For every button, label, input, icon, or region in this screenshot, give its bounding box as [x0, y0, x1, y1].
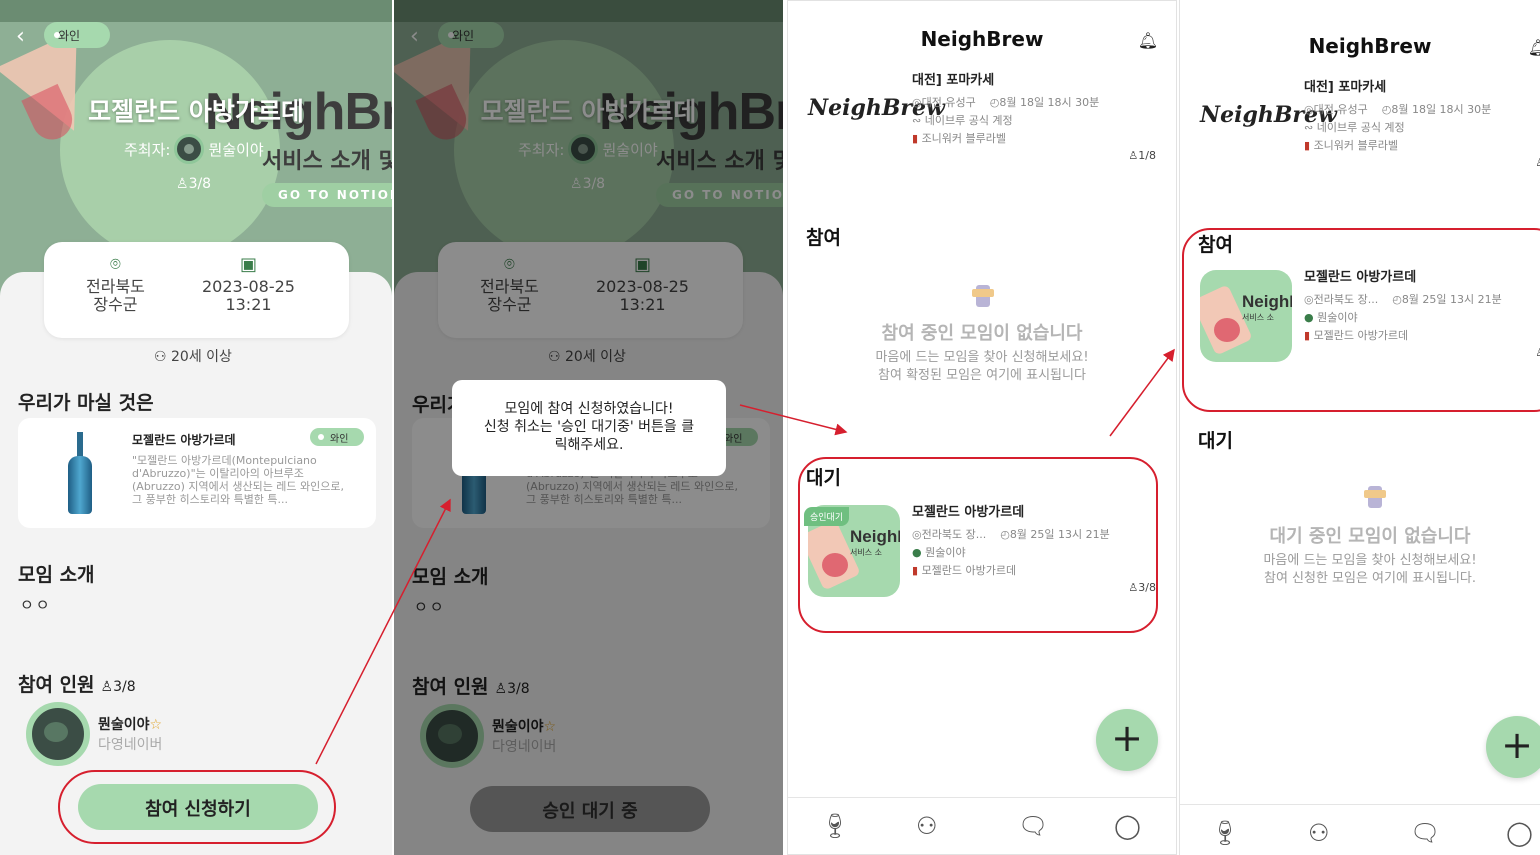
wine-category-chip: 와인	[310, 428, 364, 446]
meeting-detail-screen: NeighBr 서비스 소개 및 GO TO NOTION 모젤란드 아방가르데…	[0, 0, 392, 855]
card-title: 대전] 포마카세	[912, 73, 995, 88]
card-info: 대전] 포마카세 ◎대전 유성구 ◴8월 18일 18시 30분 ∾ 네이브루 공…	[912, 69, 1162, 148]
chat-icon[interactable]: 🗨︎	[1018, 812, 1048, 840]
group-icon[interactable]: ⚇	[916, 812, 938, 840]
empty-placeholder-icon	[1364, 486, 1386, 508]
bell-icon[interactable]: 🔔︎	[1528, 38, 1540, 57]
profile-icon[interactable]: ◯	[1114, 812, 1141, 840]
bottom-tab-bar: 🍷︎ ⚇ 🗨︎ ◯	[788, 797, 1176, 854]
my-meetings-joined-screen: NeighBrew 🔔︎ NeighBrew 대전] 포마카세 ◎대전 유성구◴…	[1179, 0, 1540, 855]
member-item[interactable]: 뭔술이야☆ 다영네이버	[26, 702, 162, 766]
host-avatar	[174, 134, 205, 164]
host-icon: ∾	[1304, 121, 1317, 134]
card-info: 대전] 포마카세 ◎대전 유성구 ◴8월 18일 18시 30분 ∾ 네이브루 공…	[1304, 76, 1540, 155]
bottle-icon: ▮	[1304, 139, 1314, 152]
wine-glasses-icon[interactable]: 🍷︎	[1210, 819, 1240, 847]
clock-icon: ◴	[989, 96, 1000, 109]
region-line1: 전라북도	[86, 277, 145, 296]
card-count: ♙1/8	[1128, 149, 1156, 162]
person-icon: ♙	[176, 176, 189, 192]
dialog-line3: 릭해주세요.	[554, 437, 624, 453]
profile-icon[interactable]: ◯	[1506, 819, 1533, 847]
dialog-line2: 신청 취소는 '승인 대기중' 버튼을 클	[483, 419, 695, 435]
host-name: 뭔술이야	[208, 140, 264, 159]
region-line2: 장수군	[93, 295, 138, 314]
wine-card[interactable]: 모젤란드 아방가르데 와인 "모젤란드 아방가르데(Montepulciano …	[18, 418, 376, 528]
wine-glasses-icon[interactable]: 🍷︎	[820, 812, 850, 840]
bottom-tab-bar: 🍷︎ ⚇ 🗨︎ ◯	[1180, 804, 1540, 855]
member-name: 뭔술이야☆	[98, 717, 163, 733]
chevron-left-icon[interactable]: ‹	[16, 24, 25, 49]
datetime-info: ▣ 2023-08-25 13:21	[202, 256, 295, 314]
star-icon: ☆	[149, 717, 163, 733]
hero-notion-badge: GO TO NOTION	[262, 183, 392, 207]
bottle-icon: ▮	[912, 132, 922, 145]
card-place-time: ◎대전 유성구 ◴8월 18일 18시 30분	[1304, 103, 1492, 116]
top-band	[0, 0, 392, 22]
location-pin-icon: ⌾	[110, 254, 121, 275]
hero-service-text: 서비스 소개 및	[262, 149, 392, 174]
info-card: ⌾ 전라북도 장수군 ▣ 2023-08-25 13:21	[44, 242, 349, 338]
intro-text: ㅇㅇ	[20, 596, 52, 614]
clock-icon: ◴	[1381, 103, 1392, 116]
empty-wait-sub1: 마음에 드는 모임을 찾아 신청해보세요!	[1263, 553, 1477, 568]
card-host: ∾ 네이브루 공식 계정	[1304, 121, 1405, 134]
apply-confirm-dialog[interactable]: 모임에 참여 신청하였습니다! 신청 취소는 '승인 대기중' 버튼을 클 릭해…	[452, 380, 726, 476]
member-avatar	[26, 702, 90, 766]
intro-heading: 모임 소개	[18, 564, 95, 586]
create-meeting-button[interactable]: +	[1096, 709, 1158, 771]
empty-join-sub1: 마음에 드는 모임을 찾아 신청해보세요!	[875, 350, 1089, 365]
meeting-title: 모젤란드 아방가르데	[88, 97, 304, 126]
join-section-heading: 참여	[806, 227, 841, 249]
card-host: ∾ 네이브루 공식 계정	[912, 114, 1013, 127]
empty-wait-title: 대기 중인 모임이 없습니다	[1269, 526, 1471, 547]
meeting-detail-dialog-screen: NeighBr 서비스 소개 및 GO TO NOTION 모젤란드 아방가르데…	[394, 0, 783, 855]
create-meeting-button[interactable]: +	[1486, 716, 1540, 778]
host-info[interactable]: 주최자: 뭔술이야	[124, 134, 264, 164]
host-label: 주최자:	[124, 140, 171, 159]
meeting-card-top[interactable]: NeighBrew 대전] 포마카세 ◎대전 유성구 ◴8월 18일 18시 30…	[1196, 76, 1540, 169]
age-icon: ⚇	[154, 349, 172, 365]
card-count: ♙1/	[1535, 156, 1540, 169]
wine-bottle-image	[66, 432, 94, 516]
dialog-line1: 모임에 참여 신청하였습니다!	[504, 401, 674, 417]
wine-name: 모젤란드 아방가르데	[132, 433, 236, 447]
pending-badge: 승인대기	[804, 507, 850, 526]
card-title: 대전] 포마카세	[1304, 80, 1387, 95]
annotation-highlight-apply	[58, 770, 336, 844]
participant-count: ♙3/8	[176, 176, 212, 192]
member-sub: 다영네이버	[98, 737, 163, 753]
card-drink: ▮ 조니워커 블루라벨	[1304, 139, 1399, 152]
drink-heading: 우리가 마실 것은	[18, 392, 154, 414]
age-limit: ⚇ 20세 이상	[154, 349, 232, 365]
wait-section-heading: 대기	[1198, 430, 1233, 452]
meeting-time: 13:21	[225, 295, 272, 314]
waiting-approval-button[interactable]: 승인 대기 중	[470, 786, 710, 832]
empty-join-title: 참여 중인 모임이 없습니다	[881, 323, 1083, 344]
card-drink: ▮ 조니워커 블루라벨	[912, 132, 1007, 145]
empty-placeholder-icon	[972, 285, 994, 307]
empty-wait-sub2: 참여 신청한 모임은 여기에 표시됩니다.	[1263, 571, 1477, 586]
location-pin-icon: ◎	[912, 96, 922, 109]
annotation-highlight	[1182, 228, 1540, 412]
bell-icon[interactable]: 🔔︎	[1138, 31, 1158, 50]
annotation-highlight	[798, 457, 1158, 633]
chat-icon[interactable]: 🗨︎	[1410, 819, 1440, 847]
empty-join-sub2: 참여 확정된 모임은 여기에 표시됩니다	[878, 368, 1086, 383]
app-title: NeighBrew	[1308, 34, 1432, 58]
region-info: ⌾ 전라북도 장수군	[86, 256, 145, 314]
meeting-card-top[interactable]: NeighBrew 대전] 포마카세 ◎대전 유성구 ◴8월 18일 18시 30…	[804, 69, 1164, 162]
members-heading: 참여 인원 ♙3/8	[18, 674, 136, 696]
app-title: NeighBrew	[920, 27, 1044, 51]
group-icon[interactable]: ⚇	[1308, 819, 1330, 847]
my-meetings-waiting-screen: NeighBrew 🔔︎ NeighBrew 대전] 포마카세 ◎대전 유성구 ◴…	[787, 0, 1177, 855]
members-count: ♙3/8	[100, 679, 136, 695]
wine-description: "모젤란드 아방가르데(Montepulciano d'Abruzzo)"는 이…	[132, 454, 345, 506]
card-place-time: ◎대전 유성구 ◴8월 18일 18시 30분	[912, 96, 1100, 109]
category-chip: 와인	[44, 22, 110, 48]
location-pin-icon: ◎	[1304, 103, 1314, 116]
calendar-check-icon: ▣	[239, 254, 257, 275]
meeting-date: 2023-08-25	[202, 277, 295, 296]
host-icon: ∾	[912, 114, 925, 127]
